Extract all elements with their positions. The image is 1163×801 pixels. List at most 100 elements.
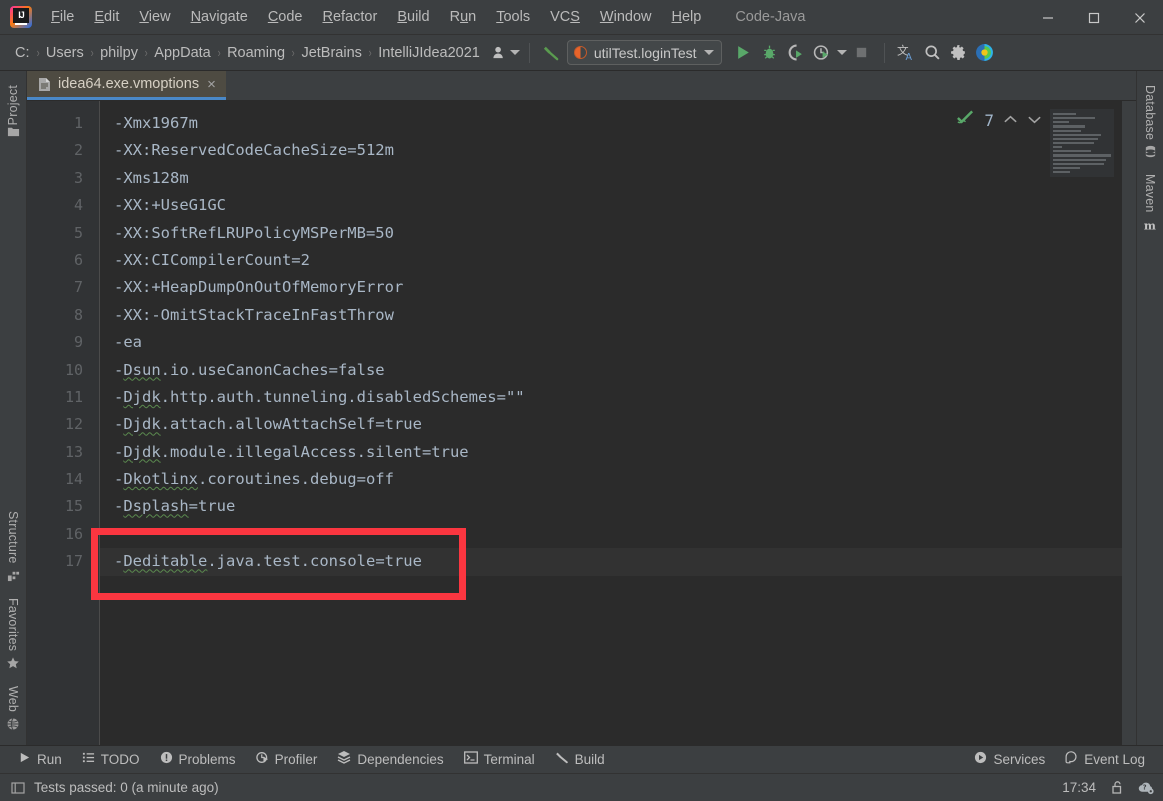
gear-icon[interactable] [946,40,972,66]
code-line[interactable]: -Xms128m [100,165,1136,192]
breadcrumb-item-3[interactable]: AppData [149,43,215,63]
tool-window-problems[interactable]: Problems [150,748,246,772]
editor-code[interactable]: -Xmx1967m -XX:ReservedCodeCacheSize=512m… [100,101,1136,745]
tool-window-run[interactable]: Run [8,748,72,772]
menu-view[interactable]: View [129,6,180,28]
breadcrumb-item-0[interactable]: C: [10,43,35,63]
sidebar-item-structure[interactable]: Structure [6,503,20,590]
maximize-button[interactable] [1071,0,1117,35]
folder-icon [7,125,20,138]
tool-window-todo[interactable]: TODO [72,748,150,772]
run-button[interactable] [731,40,757,66]
breadcrumb-item-1[interactable]: Users [41,43,89,63]
minimap-line [1053,166,1080,169]
code-line[interactable]: -Djdk.http.auth.tunneling.disabledScheme… [100,384,1136,411]
search-icon[interactable] [920,40,946,66]
inspection-ok-check-icon[interactable] [956,110,975,131]
translate-icon[interactable]: 文A [894,40,920,66]
sidebar-item-project[interactable]: Project [6,77,20,151]
tool-window-build[interactable]: Build [545,747,615,772]
code-line-current[interactable]: -Deditable.java.test.console=true [100,548,1136,576]
menu-navigate[interactable]: Navigate [181,6,258,28]
breadcrumb-separator: › [368,45,372,60]
minimap-line [1053,162,1105,165]
tool-window-terminal[interactable]: Terminal [454,748,545,772]
sidebar-item-database[interactable]: Database [1143,77,1157,166]
maven-m-icon: m [1143,218,1157,232]
menu-file[interactable]: File [41,6,84,28]
help-cloud-icon[interactable]: ? [1138,780,1155,795]
menu-tools[interactable]: Tools [486,6,540,28]
run-configuration-selector[interactable]: utilTest.loginTest [566,40,722,65]
run-with-coverage-button[interactable] [783,40,809,66]
menu-vcs[interactable]: VCS [540,6,590,28]
line-number: 10 [64,360,83,379]
menu-window[interactable]: Window [590,6,662,28]
minimap-line [1053,121,1070,124]
minimize-button[interactable] [1025,0,1071,35]
editor-tab-label: idea64.exe.vmoptions [58,76,200,92]
code-line[interactable]: -ea [100,329,1136,356]
close-icon[interactable]: × [206,77,217,92]
editor-scrollbar[interactable] [1122,101,1136,745]
tool-window-event-log[interactable]: Event Log [1055,748,1155,772]
editor-tab-idea64-vmoptions[interactable]: idea64.exe.vmoptions × [27,71,226,100]
next-problem-button[interactable] [1027,112,1042,130]
tool-window-profiler[interactable]: Profiler [246,748,328,772]
code-line[interactable]: -XX:CICompilerCount=2 [100,247,1136,274]
profiler-icon [255,751,269,769]
menu-edit[interactable]: Edit [84,6,129,28]
menu-refactor[interactable]: Refactor [313,6,388,28]
menu-help[interactable]: Help [661,6,711,28]
code-line[interactable]: -Djdk.module.illegalAccess.silent=true [100,439,1136,466]
breadcrumb-separator: › [291,45,295,60]
sidebar-item-favorites[interactable]: Favorites [6,590,20,678]
menu-code[interactable]: Code [258,6,313,28]
breadcrumb-item-4[interactable]: Roaming [222,43,290,63]
code-line[interactable]: -XX:SoftRefLRUPolicyMSPerMB=50 [100,220,1136,247]
code-line[interactable]: -Dsun.io.useCanonCaches=false [100,357,1136,384]
code-line[interactable]: -Dkotlinx.coroutines.debug=off [100,466,1136,493]
code-text: -ea [114,333,142,352]
minimap-line [1053,129,1081,132]
color-circle-icon[interactable] [972,40,998,66]
line-number: 6 [73,250,83,269]
clock-time[interactable]: 17:34 [1062,780,1096,795]
code-minimap[interactable] [1050,109,1114,177]
sidebar-item-label: Project [6,85,20,126]
breadcrumb-item-5[interactable]: JetBrains [296,43,366,63]
database-icon [1144,145,1157,158]
menu-run[interactable]: Run [440,6,487,28]
code-text: -XX:+HeapDumpOnOutOfMemoryError [114,278,404,297]
code-line[interactable]: -XX:-OmitStackTraceInFastThrow [100,302,1136,329]
person-dropdown-icon[interactable] [492,45,520,60]
build-hammer-icon[interactable] [539,40,565,66]
unlocked-padlock-icon[interactable] [1110,780,1124,795]
minimap-line [1053,141,1094,145]
minimap-line [1053,158,1107,161]
minimap-line [1053,170,1071,174]
menu-build[interactable]: Build [387,6,439,28]
tool-window-label: Terminal [483,752,535,767]
profile-dropdown-button[interactable] [835,40,849,66]
minimap-line [1053,150,1092,153]
code-line[interactable]: -XX:+HeapDumpOnOutOfMemoryError [100,274,1136,301]
code-line[interactable]: -Dsplash=true [100,493,1136,520]
code-line[interactable]: -Djdk.attach.allowAttachSelf=true [100,411,1136,438]
breadcrumb-item-2[interactable]: philpy [95,43,143,63]
stop-button[interactable] [849,40,875,66]
breadcrumb-item-6[interactable]: IntelliJIdea2021 [373,43,485,63]
dependencies-stack-icon [337,750,351,769]
code-line[interactable]: -XX:+UseG1GC [100,192,1136,219]
code-line[interactable] [100,521,1136,548]
tool-window-services[interactable]: Services [964,748,1055,772]
tool-window-dependencies[interactable]: Dependencies [327,747,453,772]
sidebar-item-web[interactable]: Web [6,678,20,739]
code-line[interactable]: -XX:ReservedCodeCacheSize=512m [100,137,1136,164]
debug-button[interactable] [757,40,783,66]
sidebar-item-maven[interactable]: m Maven [1143,166,1157,240]
close-button[interactable] [1117,0,1163,35]
previous-problem-button[interactable] [1003,112,1018,130]
profile-button[interactable] [809,40,835,66]
minimap-line [1053,146,1063,149]
